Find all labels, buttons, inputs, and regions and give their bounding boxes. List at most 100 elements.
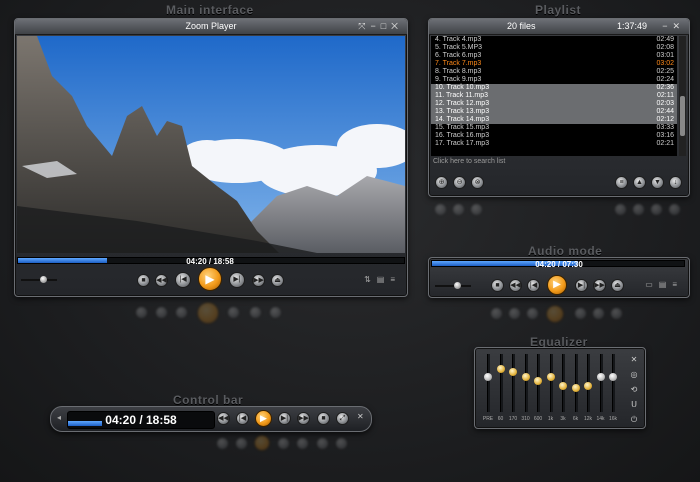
eq-knob[interactable] [484, 373, 492, 381]
playlist-scrollbar[interactable] [679, 36, 686, 156]
fullscreen-icon[interactable]: ⤧ [358, 21, 370, 31]
eq-knob[interactable] [571, 384, 580, 392]
playlist-row[interactable]: 14. Track 14.mp3 02:12 [431, 116, 677, 124]
eq-knob[interactable] [534, 376, 542, 385]
audio-next-button[interactable]: ▶| [575, 279, 588, 292]
power-icon[interactable]: ⏻ [629, 412, 639, 427]
control-bar-menu-icon[interactable]: ◂ [57, 413, 61, 422]
playlist-clear-button[interactable]: ⊗ [471, 176, 484, 189]
eq-slider[interactable] [484, 354, 492, 412]
audio-rewind-button[interactable]: ◀◀ [509, 279, 522, 292]
eq-slider[interactable] [584, 354, 592, 412]
audio-stop-button[interactable]: ■ [491, 279, 504, 292]
cb-next-button[interactable]: ▶| [278, 412, 291, 425]
playlist-row[interactable]: 9. Track 9.mp3 02:24 [431, 76, 677, 84]
cb-rewind-button[interactable]: ◀◀ [217, 412, 230, 425]
playlist-add-button[interactable]: ⊕ [435, 176, 448, 189]
eq-knob[interactable] [496, 365, 505, 373]
playlist-down-button[interactable]: ▼ [651, 176, 664, 189]
cb-stop-button[interactable]: ■ [317, 412, 330, 425]
playlist-remove-button[interactable]: ⊖ [453, 176, 466, 189]
loop-icon[interactable]: Ս [629, 397, 639, 412]
menu-icon[interactable]: ≡ [672, 280, 683, 289]
eq-knob[interactable] [596, 373, 605, 381]
control-bar-close-icon[interactable]: ✕ [357, 412, 364, 421]
track-duration: 02:21 [656, 140, 674, 147]
playlist-row[interactable]: 5. Track 5.MP3 02:08 [431, 44, 677, 52]
fast-forward-button[interactable]: ▶▶ [252, 274, 265, 287]
eq-knob[interactable] [521, 373, 530, 381]
eq-slider[interactable] [571, 354, 580, 412]
playlist-row[interactable]: 10. Track 10.mp3 02:36 [431, 84, 677, 92]
preset-icon[interactable]: ◎ [629, 367, 639, 382]
rewind-button[interactable]: ◀◀ [155, 274, 168, 287]
eq-knob[interactable] [509, 368, 517, 376]
eq-slider[interactable] [596, 354, 605, 412]
playlist-file-count: 20 files [507, 21, 536, 31]
playlist-row[interactable]: 17. Track 17.mp3 02:21 [431, 140, 677, 148]
control-bar-reflection [216, 435, 356, 453]
previous-button[interactable]: |◀ [175, 272, 191, 288]
audio-previous-button[interactable]: |◀ [527, 279, 540, 292]
playlist-row[interactable]: 7. Track 7.mp3 03:02 [431, 60, 677, 68]
video-frame[interactable] [17, 36, 405, 253]
eq-knob[interactable] [609, 373, 617, 381]
playlist-row[interactable]: 12. Track 12.mp3 02:03 [431, 100, 677, 108]
playlist-titlebar[interactable]: 20 files 1:37:49 −✕ [429, 19, 689, 35]
cb-previous-button[interactable]: |◀ [236, 412, 249, 425]
eq-knob[interactable] [546, 373, 555, 381]
playlist-list[interactable]: 4. Track 4.mp3 02:49 5. Track 5.MP3 02:08 6.… [431, 36, 677, 156]
equalizer-window: PRE 60 170 310 600 1k 3k 6k 12k 14k 16k ✕ ◎ ⟲ Ս ⏻ [474, 347, 646, 429]
main-volume-knob[interactable] [39, 276, 47, 283]
playlist-row[interactable]: 13. Track 13.mp3 02:44 [431, 108, 677, 116]
eq-slider[interactable] [559, 354, 567, 412]
eq-knob[interactable] [584, 381, 592, 390]
eq-knob[interactable] [559, 381, 567, 390]
playlist-icon[interactable]: ▤ [377, 275, 391, 284]
eq-slider[interactable] [609, 354, 617, 412]
playlist-row[interactable]: 15. Track 15.mp3 03:33 [431, 124, 677, 132]
cb-play-button[interactable]: ▶ [255, 410, 272, 427]
video-icon[interactable]: ▭ [645, 280, 659, 289]
close-icon[interactable]: ✕ [629, 352, 639, 367]
play-button[interactable]: ▶ [198, 267, 222, 291]
eq-slider[interactable] [546, 354, 555, 412]
playlist-icon[interactable]: ▤ [659, 280, 673, 289]
audio-eject-button[interactable]: ⏏ [611, 279, 624, 292]
eq-slider[interactable] [534, 354, 542, 412]
minimize-icon[interactable]: − [370, 21, 380, 31]
cb-fast-forward-button[interactable]: ▶▶ [297, 412, 310, 425]
eq-slider[interactable] [509, 354, 517, 412]
minimize-icon[interactable]: − [662, 21, 672, 31]
playlist-sort-button[interactable]: ≡ [615, 176, 628, 189]
eq-slider[interactable] [521, 354, 530, 412]
playlist-row[interactable]: 6. Track 6.mp3 03:01 [431, 52, 677, 60]
playlist-row[interactable]: 8. Track 8.mp3 02:25 [431, 68, 677, 76]
main-titlebar[interactable]: Zoom Player ⤧−□✕ [15, 19, 407, 35]
playlist-row[interactable]: 11. Track 11.mp3 02:11 [431, 92, 677, 100]
stop-button[interactable]: ■ [137, 274, 150, 287]
menu-icon[interactable]: ≡ [390, 275, 401, 284]
maximize-icon[interactable]: □ [381, 21, 391, 31]
playlist-save-button[interactable]: ↓ [669, 176, 682, 189]
playlist-window-controls: −✕ [662, 19, 685, 34]
playlist-row[interactable]: 16. Track 16.mp3 03:16 [431, 132, 677, 140]
eject-button[interactable]: ⏏ [271, 274, 284, 287]
cb-fullscreen-button[interactable]: ⤢ [336, 412, 349, 425]
audio-fast-forward-button[interactable]: ▶▶ [593, 279, 606, 292]
eq-slider[interactable] [496, 354, 505, 412]
audio-play-button[interactable]: ▶ [547, 275, 567, 295]
track-name: 14. Track 14.mp3 [435, 116, 490, 123]
playlist-title: Playlist [535, 3, 582, 17]
playlist-search[interactable]: Click here to search list [433, 158, 505, 165]
track-name: 5. Track 5.MP3 [435, 44, 483, 51]
audio-volume-knob[interactable] [453, 282, 461, 289]
playlist-up-button[interactable]: ▲ [633, 176, 646, 189]
playlist-scroll-thumb[interactable] [680, 96, 685, 136]
updown-icon[interactable]: ⇅ [364, 275, 377, 284]
reset-icon[interactable]: ⟲ [629, 382, 639, 397]
playlist-row[interactable]: 4. Track 4.mp3 02:49 [431, 36, 677, 44]
close-icon[interactable]: ✕ [391, 21, 403, 31]
next-button[interactable]: ▶| [229, 272, 245, 288]
close-icon[interactable]: ✕ [672, 21, 685, 31]
